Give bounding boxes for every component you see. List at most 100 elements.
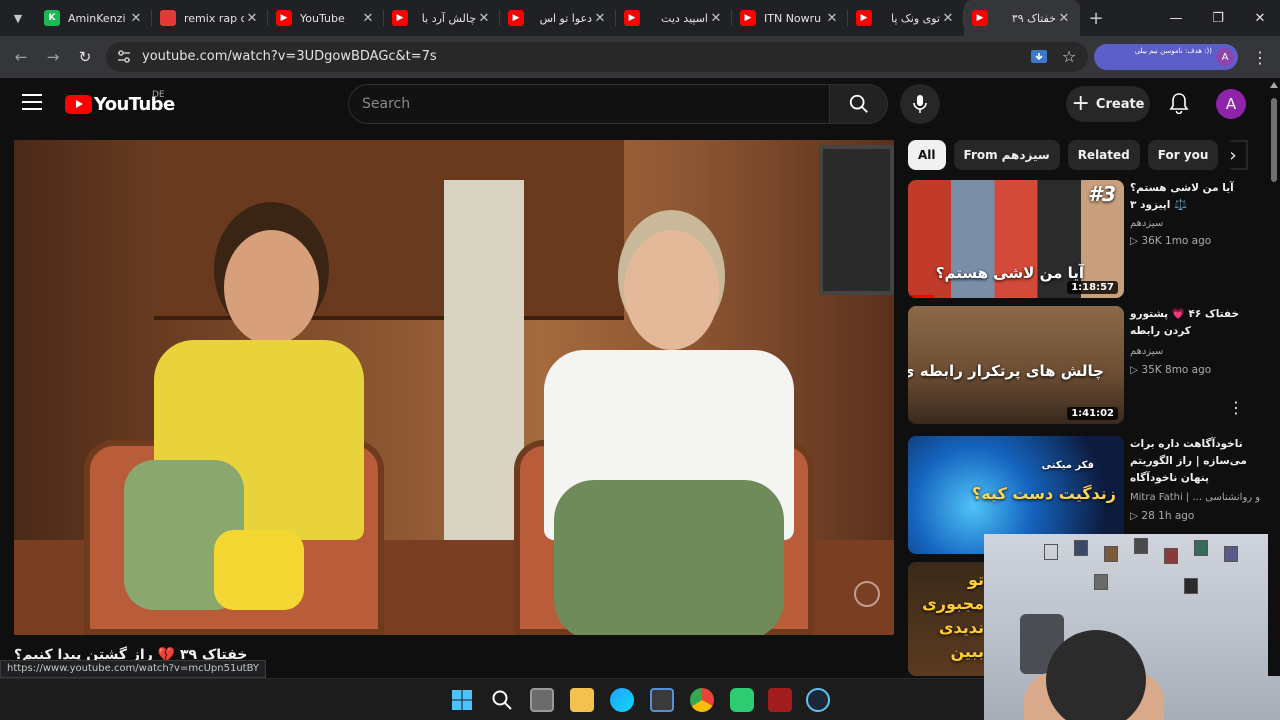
browser-tab[interactable]: ▶ YouTube ✕ — [268, 0, 384, 36]
scroll-up-icon[interactable] — [1270, 82, 1278, 88]
voice-search-button[interactable] — [900, 84, 940, 124]
video-player[interactable] — [14, 140, 894, 635]
watch-progress-bar — [908, 295, 934, 298]
recommendation-item[interactable]: چالش های پرتکرار رابطه ی ما 1:41:02 خفتا… — [908, 306, 1258, 426]
create-label: Create — [1095, 96, 1145, 112]
tab-close-icon[interactable]: ✕ — [244, 11, 260, 26]
back-button[interactable]: ← — [10, 46, 32, 68]
youtube-favicon-icon: ▶ — [624, 10, 640, 26]
task-view-icon[interactable] — [530, 688, 554, 712]
chip-from-channel[interactable]: From سیزدهم — [953, 140, 1060, 170]
mic-icon — [913, 95, 927, 113]
bookmark-star-icon[interactable]: ☆ — [1060, 48, 1078, 66]
tab-close-icon[interactable]: ✕ — [940, 11, 956, 26]
video-stats: ▷ 28 1h ago — [1130, 510, 1194, 522]
steam-icon[interactable] — [806, 688, 830, 712]
search-input[interactable]: Search — [348, 84, 830, 124]
favicon-icon: K — [44, 10, 60, 26]
chevron-right-icon[interactable]: › — [1220, 142, 1246, 168]
video-duration: 1:18:57 — [1067, 281, 1118, 294]
youtube-masthead: YouTube DE Search + Create A — [0, 78, 1268, 130]
channel-name[interactable]: سیزدهم — [1130, 218, 1163, 229]
video-scene-person — [504, 220, 824, 635]
forward-button[interactable]: → — [42, 46, 64, 68]
maximize-icon[interactable]: ❐ — [1198, 0, 1238, 36]
tab-title: YouTube — [300, 11, 345, 25]
tab-title: اسپید دیت — [661, 11, 708, 25]
hamburger-menu-icon[interactable] — [22, 94, 42, 110]
wall-poster — [1194, 540, 1208, 556]
browser-menu-icon[interactable]: ⋮ — [1250, 46, 1270, 68]
chrome-icon[interactable] — [690, 688, 714, 712]
thumbnail-caption: آیا من لاشی هستم؟ — [935, 264, 1084, 282]
browser-toolbar: ← → ↻ youtube.com/watch?v=3UDgowBDAGc&t=… — [0, 36, 1280, 78]
create-button[interactable]: + Create — [1066, 86, 1150, 122]
tab-close-icon[interactable]: ✕ — [476, 11, 492, 26]
dota-icon[interactable] — [768, 688, 792, 712]
tab-close-icon[interactable]: ✕ — [592, 11, 608, 26]
chip-for-you[interactable]: For you — [1147, 140, 1219, 170]
tab-close-icon[interactable]: ✕ — [1056, 11, 1072, 26]
wall-poster — [1094, 574, 1108, 590]
video-thumbnail[interactable]: تو مجبوری ندیدی ببین — [908, 562, 984, 676]
view-count: 35K — [1141, 364, 1162, 376]
browser-tab[interactable]: K AminKenzi ✕ — [36, 0, 152, 36]
thumbnail-badge: فکر میکنی — [1041, 460, 1094, 471]
browser-tab[interactable]: ▶ چالش آرد با ✕ — [384, 0, 500, 36]
more-vert-icon[interactable]: ⋮ — [1228, 398, 1244, 418]
tab-search-icon[interactable]: ▼ — [8, 8, 28, 28]
browser-tab-active[interactable]: ▶ خفتاک ۳۹ ✕ — [964, 0, 1080, 36]
tab-close-icon[interactable]: ✕ — [708, 11, 724, 26]
new-tab-button[interactable]: + — [1086, 8, 1106, 29]
browser-tab[interactable]: ▶ اسپید دیت ✕ — [616, 0, 732, 36]
views-icon: ▷ — [1130, 364, 1139, 376]
tab-title: ITN Nowru — [764, 11, 822, 25]
page-scrollbar[interactable] — [1268, 78, 1280, 676]
store-icon[interactable] — [650, 688, 674, 712]
reload-button[interactable]: ↻ — [74, 46, 96, 68]
views-icon: ▷ — [1130, 510, 1139, 522]
video-thumbnail[interactable]: چالش های پرتکرار رابطه ی ما 1:41:02 — [908, 306, 1124, 424]
browser-tab[interactable]: ▶ دعوا تو اس ✕ — [500, 0, 616, 36]
tab-close-icon[interactable]: ✕ — [128, 11, 144, 26]
video-thumbnail[interactable]: #3 آیا من لاشی هستم؟ 1:18:57 — [908, 180, 1124, 298]
close-window-icon[interactable]: ✕ — [1240, 0, 1280, 36]
scrollbar-thumb[interactable] — [1271, 98, 1277, 182]
browser-tab[interactable]: ▶ توی ونک پا ✕ — [848, 0, 964, 36]
install-app-icon[interactable] — [1030, 48, 1048, 66]
address-bar[interactable]: youtube.com/watch?v=3UDgowBDAGc&t=7s ☆ — [106, 42, 1088, 72]
recommendation-item[interactable]: #3 آیا من لاشی هستم؟ 1:18:57 آیا من لاشی… — [908, 180, 1258, 300]
profile-avatar: A — [1216, 48, 1234, 66]
thumbnail-caption: تو مجبوری ندیدی ببین — [922, 570, 984, 661]
search-button[interactable] — [830, 84, 888, 124]
chip-all[interactable]: All — [908, 140, 946, 170]
notifications-button[interactable] — [1166, 90, 1192, 116]
chip-related[interactable]: Related — [1067, 140, 1140, 170]
taskbar-search-icon[interactable] — [490, 688, 514, 712]
tab-list: K AminKenzi ✕ remix rap c ✕ ▶ YouTube ✕ ▶ چالش… — [36, 0, 1080, 36]
tab-close-icon[interactable]: ✕ — [824, 11, 840, 26]
android-studio-icon[interactable] — [730, 688, 754, 712]
channel-name[interactable]: Mitra Fathi | ... و روانشناسی — [1130, 492, 1260, 503]
youtube-favicon-icon: ▶ — [276, 10, 292, 26]
minimize-icon[interactable]: — — [1156, 0, 1196, 36]
recommendation-title[interactable]: ناخودآگاهت داره برات می‌سازه | راز الگور… — [1130, 436, 1256, 487]
link-status-bar: https://www.youtube.com/watch?v=mcUpn51u… — [0, 660, 266, 678]
video-scene-person — [124, 220, 404, 620]
profile-chip[interactable]: هدف: ناموسن نیم بیلی :)) A — [1094, 44, 1238, 70]
youtube-play-icon — [65, 95, 92, 114]
file-explorer-icon[interactable] — [570, 688, 594, 712]
recommendation-title[interactable]: خفتاک ۴۶ 💗 پشتورو کردن رابطه — [1130, 306, 1250, 340]
site-info-icon[interactable] — [116, 49, 132, 65]
recommendation-title[interactable]: آیا من لاشی هستم؟ ⚖️ اپیزود ۳ — [1130, 180, 1250, 214]
windows-start-icon[interactable] — [450, 688, 474, 712]
browser-tab[interactable]: ▶ ITN Nowru ✕ — [732, 0, 848, 36]
filter-chips: All Fromسیزدهم Related For you R — [908, 140, 1248, 170]
user-avatar[interactable]: A — [1216, 89, 1246, 119]
youtube-favicon-icon: ▶ — [740, 10, 756, 26]
tab-close-icon[interactable]: ✕ — [360, 11, 376, 26]
channel-name[interactable]: سیزدهم — [1130, 346, 1163, 357]
edge-icon[interactable] — [610, 688, 634, 712]
browser-tab[interactable]: remix rap c ✕ — [152, 0, 268, 36]
wall-poster — [1164, 548, 1178, 564]
